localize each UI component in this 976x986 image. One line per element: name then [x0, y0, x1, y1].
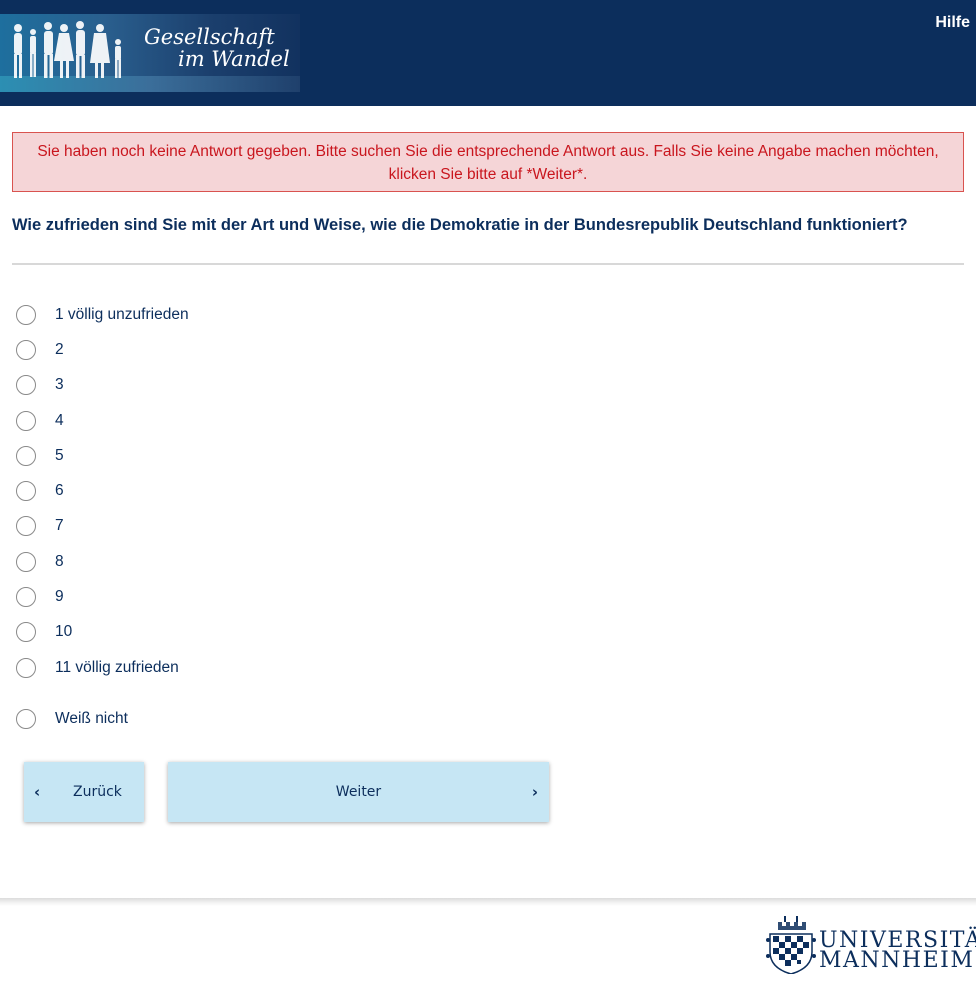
- option-7[interactable]: 7: [15, 511, 515, 541]
- radio-button[interactable]: [16, 516, 36, 536]
- option-label: 7: [55, 517, 64, 534]
- radio-button[interactable]: [16, 481, 36, 501]
- radio-button[interactable]: [16, 622, 36, 642]
- radio-button[interactable]: [16, 375, 36, 395]
- help-link[interactable]: Hilfe: [935, 14, 970, 32]
- radio-button[interactable]: [16, 305, 36, 325]
- option-8[interactable]: 8: [15, 547, 515, 577]
- option-label: 6: [55, 482, 64, 499]
- footer-separator: [0, 898, 976, 906]
- option-label: 11 völlig zufrieden: [55, 659, 179, 676]
- option-label: 3: [55, 376, 64, 393]
- radio-button[interactable]: [16, 446, 36, 466]
- option-1[interactable]: 1 völlig unzufrieden: [15, 300, 515, 330]
- mannheim-crest-icon: [766, 916, 816, 974]
- back-button[interactable]: ‹ Zurück: [24, 762, 144, 822]
- people-silhouettes-icon: [14, 21, 121, 78]
- radio-button[interactable]: [16, 658, 36, 678]
- university-name-line2: MANNHEIM: [819, 948, 975, 973]
- option-11[interactable]: 11 völlig zufrieden: [15, 653, 515, 683]
- option-label: 4: [55, 412, 64, 429]
- option-6[interactable]: 6: [15, 476, 515, 506]
- option-label: 5: [55, 447, 64, 464]
- option-3[interactable]: 3: [15, 370, 515, 400]
- back-button-label: Zurück: [73, 784, 122, 800]
- option-weiss-nicht[interactable]: Weiß nicht: [15, 704, 515, 734]
- option-label: 10: [55, 623, 73, 640]
- gesellschaft-im-wandel-logo: Gesellschaft im Wandel: [0, 14, 300, 92]
- radio-button[interactable]: [16, 411, 36, 431]
- chevron-left-icon: ‹: [34, 783, 41, 801]
- chevron-right-icon: ›: [531, 783, 538, 801]
- radio-button[interactable]: [16, 552, 36, 572]
- radio-button[interactable]: [16, 587, 36, 607]
- option-label: 2: [55, 341, 64, 358]
- option-9[interactable]: 9: [15, 582, 515, 612]
- error-alert: Sie haben noch keine Antwort gegeben. Bi…: [12, 132, 964, 192]
- radio-button[interactable]: [16, 709, 36, 729]
- option-label: 9: [55, 588, 64, 605]
- option-2[interactable]: 2: [15, 335, 515, 365]
- option-4[interactable]: 4: [15, 406, 515, 436]
- next-button-label: Weiter: [335, 784, 382, 800]
- logo-text-line1: Gesellschaft: [144, 25, 275, 49]
- radio-button[interactable]: [16, 340, 36, 360]
- header-bar: Gesellschaft im Wandel Hilfe: [0, 0, 976, 106]
- divider: [12, 263, 964, 265]
- logo-text-line2: im Wandel: [178, 47, 290, 71]
- option-10[interactable]: 10: [15, 617, 515, 647]
- next-button[interactable]: Weiter ›: [168, 762, 549, 822]
- question-text: Wie zufrieden sind Sie mit der Art und W…: [12, 216, 908, 234]
- option-label: Weiß nicht: [55, 710, 128, 727]
- option-label: 8: [55, 553, 64, 570]
- universitaet-mannheim-logo[interactable]: UNIVERSITÄT MANNHEIM: [764, 916, 976, 976]
- option-5[interactable]: 5: [15, 441, 515, 471]
- option-label: 1 völlig unzufrieden: [55, 306, 189, 323]
